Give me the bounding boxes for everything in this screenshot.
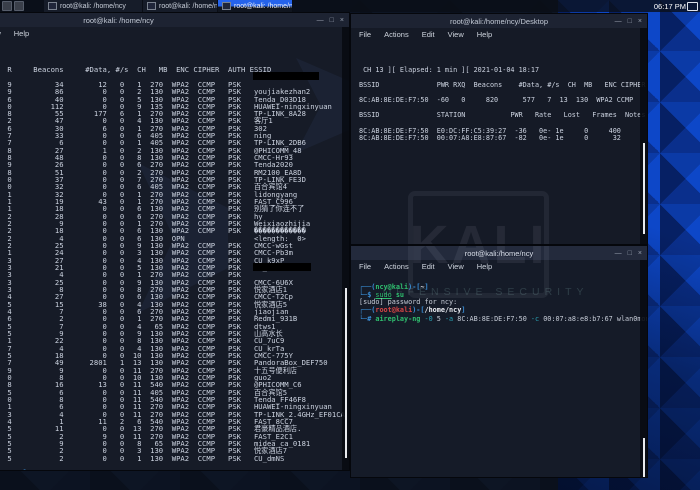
minimize-icon[interactable]: — bbox=[317, 17, 324, 24]
menu-file[interactable]: File bbox=[359, 262, 371, 271]
taskbar-button-label: root@kali: /home/ncy/D... bbox=[159, 3, 218, 10]
taskbar-button-label: root@kali: /home/ncy bbox=[60, 3, 126, 10]
panel-app-icon-2[interactable] bbox=[14, 1, 24, 11]
prompt-fragment: e/ncy] bbox=[1, 468, 27, 471]
window-airodump-scan: root@kali: /home/ncy — □ × File Actions … bbox=[0, 12, 350, 471]
scrollbar-thumb[interactable] bbox=[643, 438, 645, 478]
panel-app-icon-1[interactable] bbox=[2, 1, 12, 11]
terminal-output-target[interactable]: CH 13 ][ Elapsed: 1 min ][ 2021-01-04 18… bbox=[359, 67, 645, 143]
window-airodump-target: root@kali:/home/ncy/Desktop — □ × File A… bbox=[350, 13, 648, 245]
maximize-icon[interactable]: □ bbox=[628, 250, 632, 257]
clock[interactable]: 06:17 PM bbox=[654, 0, 686, 12]
menu-help[interactable]: Help bbox=[14, 29, 29, 38]
taskbar: root@kali: /home/ncy root@kali: /home/nc… bbox=[0, 0, 700, 12]
window-title: root@kali: /home/ncy bbox=[83, 16, 154, 25]
scrollbar-thumb[interactable] bbox=[643, 143, 645, 234]
window-titlebar[interactable]: root@kali: /home/ncy bbox=[0, 13, 349, 27]
redaction-box bbox=[253, 263, 311, 271]
menubar: File Actions Edit View Help bbox=[0, 27, 349, 40]
menu-actions[interactable]: Actions bbox=[384, 30, 409, 39]
close-icon[interactable]: × bbox=[638, 18, 642, 25]
menu-help[interactable]: Help bbox=[477, 30, 492, 39]
maximize-icon[interactable]: □ bbox=[330, 17, 334, 24]
window-aireplay: root@kali:/home/ncy — □ × File Actions E… bbox=[350, 245, 648, 478]
menu-view[interactable]: View bbox=[0, 29, 1, 38]
scrollbar[interactable] bbox=[640, 260, 647, 477]
minimize-icon[interactable]: — bbox=[615, 18, 622, 25]
close-icon[interactable]: × bbox=[638, 250, 642, 257]
menubar: File Actions Edit View Help bbox=[351, 28, 647, 41]
redaction-box bbox=[253, 72, 319, 80]
window-titlebar[interactable]: root@kali:/home/ncy/Desktop bbox=[351, 14, 647, 28]
minimize-icon[interactable]: — bbox=[615, 250, 622, 257]
taskbar-button-label: root@kali: /home/ncy bbox=[234, 3, 293, 10]
terminal-icon bbox=[147, 2, 156, 10]
close-icon[interactable]: × bbox=[340, 17, 344, 24]
menu-file[interactable]: File bbox=[359, 30, 371, 39]
kali-watermark-logo: KALI bbox=[408, 191, 549, 245]
window-controls: — □ × bbox=[615, 14, 642, 28]
terminal-shell-lines[interactable]: ┌──(ncy@kali)-[~]└─$ sudo su[sudo] passw… bbox=[359, 284, 648, 324]
terminal-icon bbox=[48, 2, 57, 10]
taskbar-window-button-2[interactable]: root@kali: /home/ncy/D... bbox=[143, 0, 218, 12]
scrollbar[interactable] bbox=[640, 28, 647, 244]
maximize-icon[interactable]: □ bbox=[628, 18, 632, 25]
taskbar-window-button-1[interactable]: root@kali: /home/ncy bbox=[44, 0, 143, 12]
taskbar-window-button-3[interactable]: root@kali: /home/ncy bbox=[218, 0, 293, 12]
scrollbar[interactable] bbox=[342, 27, 349, 470]
menu-view[interactable]: View bbox=[448, 30, 464, 39]
window-title: root@kali:/home/ncy/Desktop bbox=[450, 17, 548, 26]
terminal-icon bbox=[222, 2, 231, 10]
scrollbar-thumb[interactable] bbox=[345, 288, 347, 458]
menu-edit[interactable]: Edit bbox=[422, 30, 435, 39]
desktop: root@kali: /home/ncy root@kali: /home/nc… bbox=[0, 0, 700, 490]
display-icon[interactable] bbox=[687, 2, 698, 11]
menu-actions[interactable]: Actions bbox=[384, 262, 409, 271]
window-controls: — □ × bbox=[317, 13, 344, 27]
window-controls: — □ × bbox=[615, 246, 642, 260]
